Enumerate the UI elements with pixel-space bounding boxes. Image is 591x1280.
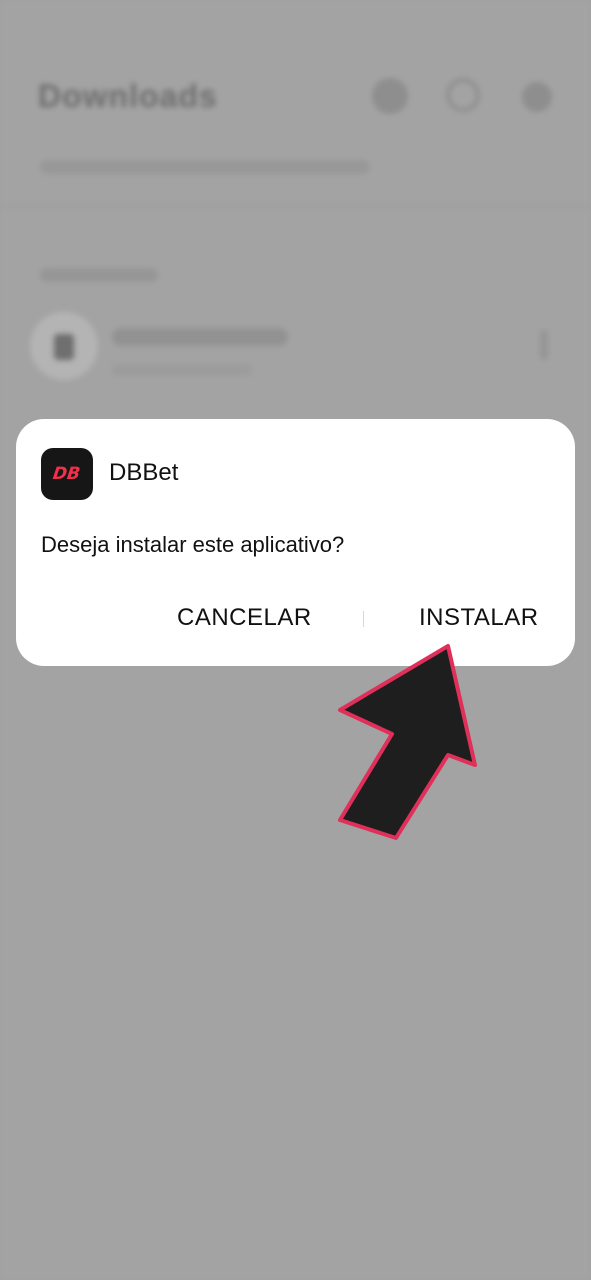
background-title: Downloads xyxy=(38,78,218,114)
background-download-icon xyxy=(372,78,408,114)
cancel-button[interactable]: CANCELAR xyxy=(177,603,312,633)
background-menu-icon xyxy=(522,82,552,112)
background-search-icon xyxy=(446,78,480,112)
app-logo-text: DB xyxy=(52,464,82,484)
install-button[interactable]: INSTALAR xyxy=(419,603,539,633)
app-name: DBBet xyxy=(109,459,179,486)
background-file-name xyxy=(112,328,288,346)
background-more-icon xyxy=(540,330,548,360)
background-section-label xyxy=(40,268,158,282)
background-file-meta xyxy=(112,364,252,376)
background-file-icon xyxy=(30,312,98,380)
button-divider xyxy=(363,611,364,627)
pointer-arrow-icon xyxy=(338,644,477,840)
app-icon: DB xyxy=(41,448,93,500)
dialog-message: Deseja instalar este aplicativo? xyxy=(41,532,345,557)
install-dialog: DB DBBet Deseja instalar este aplicativo… xyxy=(16,419,575,666)
background-subtitle xyxy=(40,160,370,174)
background-divider xyxy=(0,205,591,207)
